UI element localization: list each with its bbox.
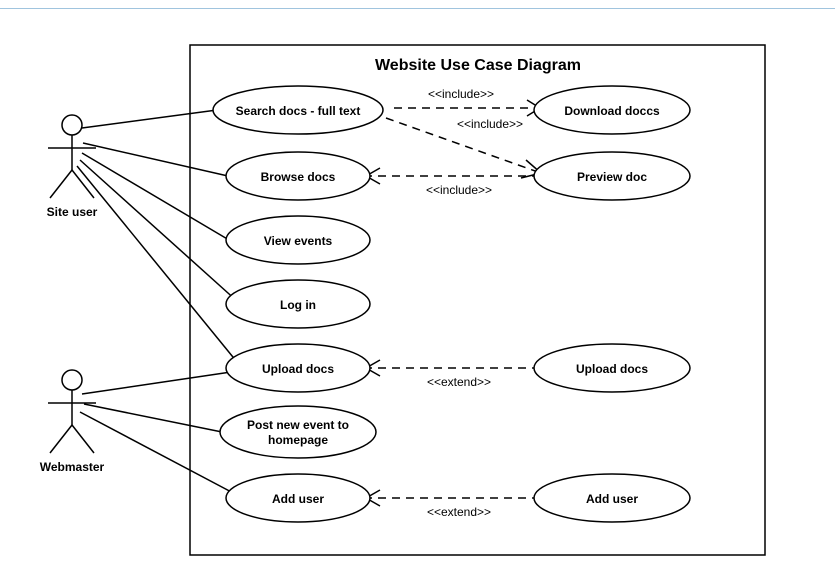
usecase-download-label: Download doccs xyxy=(564,104,660,118)
usecase-upload-right-label: Upload docs xyxy=(576,362,648,376)
usecase-search-label: Search docs - full text xyxy=(236,104,361,118)
actor-webmaster-label: Webmaster xyxy=(40,460,105,474)
actor-leg-left xyxy=(50,425,72,453)
usecase-viewevents: View events xyxy=(226,216,370,264)
usecase-preview-label: Preview doc xyxy=(577,170,647,184)
assoc-webmaster-postevent xyxy=(84,404,222,432)
extend-label: <<extend>> xyxy=(427,375,491,389)
usecase-postevent-label2: homepage xyxy=(268,433,328,447)
usecase-adduser-label: Add user xyxy=(272,492,324,506)
actor-leg-right xyxy=(72,425,94,453)
usecase-search: Search docs - full text xyxy=(213,86,383,134)
usecase-upload-label: Upload docs xyxy=(262,362,334,376)
actor-head-icon xyxy=(62,115,82,135)
usecase-upload: Upload docs xyxy=(226,344,370,392)
dep-upload-extend: <<extend>> xyxy=(366,360,540,389)
assoc-webmaster-upload xyxy=(82,372,231,394)
usecase-viewevents-label: View events xyxy=(264,234,333,248)
top-separator xyxy=(0,8,835,9)
include-label: <<include>> xyxy=(426,183,492,197)
assoc-siteuser-upload xyxy=(77,166,237,362)
usecase-login: Log in xyxy=(226,280,370,328)
dep-search-preview: <<include>> xyxy=(386,117,541,178)
assoc-siteuser-browse xyxy=(83,143,228,176)
usecase-browse: Browse docs xyxy=(226,152,370,200)
usecase-adduser: Add user xyxy=(226,474,370,522)
diagram-title: Website Use Case Diagram xyxy=(375,57,581,74)
usecase-login-label: Log in xyxy=(280,298,316,312)
assoc-webmaster-adduser xyxy=(80,412,237,495)
actor-head-icon xyxy=(62,370,82,390)
usecase-adduser-right-label: Add user xyxy=(586,492,638,506)
usecase-upload-right: Upload docs xyxy=(534,344,690,392)
assoc-siteuser-search xyxy=(82,110,217,128)
dep-browse-preview: <<include>> xyxy=(366,168,540,197)
dep-search-download: <<include>> xyxy=(394,87,540,116)
dep-adduser-extend: <<extend>> xyxy=(366,490,540,519)
usecase-postevent-label1: Post new event to xyxy=(247,418,349,432)
actor-webmaster: Webmaster xyxy=(40,370,105,474)
include-label: <<include>> xyxy=(457,117,523,131)
actor-site-user-label: Site user xyxy=(47,205,98,219)
diagram-canvas: Website Use Case Diagram Site user Webma… xyxy=(0,0,835,573)
usecase-svg: Website Use Case Diagram Site user Webma… xyxy=(0,0,835,573)
actor-site-user: Site user xyxy=(47,115,98,219)
usecase-preview: Preview doc xyxy=(534,152,690,200)
include-label: <<include>> xyxy=(428,87,494,101)
usecase-download: Download doccs xyxy=(534,86,690,134)
usecase-browse-label: Browse docs xyxy=(261,170,336,184)
usecase-adduser-right: Add user xyxy=(534,474,690,522)
usecase-postevent: Post new event to homepage xyxy=(220,406,376,458)
actor-leg-left xyxy=(50,170,72,198)
extend-label: <<extend>> xyxy=(427,505,491,519)
